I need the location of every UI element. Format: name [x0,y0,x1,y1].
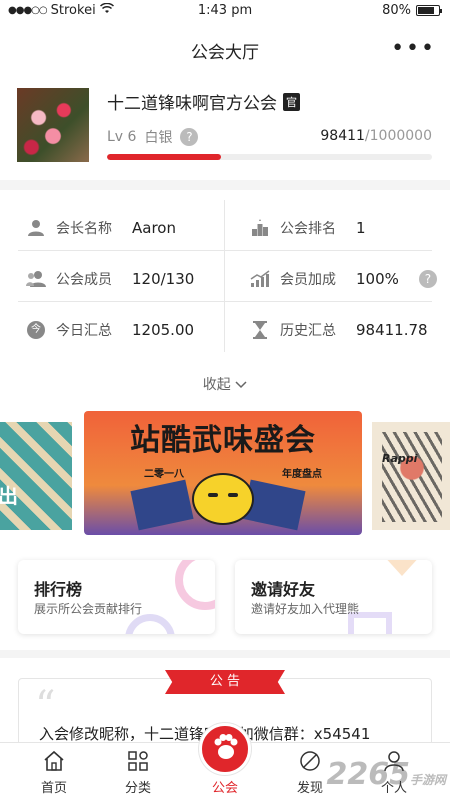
stat-value: 120/130 [132,270,195,288]
banner-sub-right: 年度盘点 [282,469,322,480]
tab-label: 公会 [211,781,238,796]
tab-label: 首页 [40,781,67,796]
guild-name-row: 十二道锋味啊官方公会 官 [107,89,300,114]
mascot-illustration [192,473,254,525]
card-desc: 展示所公会贡献排行 [34,602,143,616]
exp-current: 98411 [320,128,365,144]
section-divider [0,180,450,190]
card-title: 邀请好友 [251,580,316,599]
banner-slide-prev[interactable]: 出 [0,422,72,530]
stat-label: 会员加成 [280,272,336,288]
tab-home[interactable]: 首页 [24,749,84,796]
guild-avatar[interactable] [17,88,89,162]
banner-prev-text: 出 [0,484,18,508]
watermark-sub: 手游网 [409,773,446,787]
stat-label: 公会排名 [280,221,336,237]
guild-name: 十二道锋味啊官方公会 [107,94,277,114]
stat-members: 公会成员 120/130 [26,254,194,304]
today-icon-char: 今 [27,321,45,339]
divider [224,200,225,352]
nav-bar: 公会大厅 ••• [0,22,450,78]
stat-value: 100% [356,270,399,288]
paw-icon [210,732,240,766]
stat-today: 今 今日汇总 1205.00 [26,305,194,355]
tab-category[interactable]: 分类 [108,749,168,796]
watermark: 2265手游网 [326,757,446,792]
collapse-toggle[interactable]: 收起 [0,374,450,394]
battery-percent: 80% [382,3,411,18]
collapse-label: 收起 [202,377,231,393]
podium-icon [250,218,270,238]
growth-chart-icon [250,269,270,289]
members-icon [26,269,46,289]
tab-label: 分类 [124,781,151,796]
battery-icon [416,5,442,16]
category-icon [108,749,168,773]
section-divider [0,650,450,658]
today-icon: 今 [26,320,46,340]
exp-progress-bar [107,154,432,160]
help-icon[interactable]: ? [418,270,437,288]
stat-value: 1205.00 [132,321,195,339]
stat-bonus: 会员加成 100% ? [250,254,437,304]
guild-level: Lv 6 [107,129,137,145]
stat-leader: 会长名称 Aaron [26,203,176,253]
page-title: 公会大厅 [191,43,259,63]
banner-slide-next[interactable]: Rappi [372,422,450,530]
guild-exp: 98411/1000000 [320,128,432,144]
stat-value: Aaron [132,219,176,237]
banner-carousel[interactable]: 出 站酷武味盛会 二零一八 年度盘点 Rappi [0,408,450,535]
person-icon [26,218,46,238]
stat-label: 会长名称 [56,221,112,237]
stat-label: 今日汇总 [56,323,112,339]
banner-next-text: Rappi [382,452,418,465]
help-icon[interactable]: ? [180,128,199,146]
hourglass-icon [250,320,270,340]
guild-tier: 白银 [144,130,173,146]
stat-rank: 公会排名 1 [250,203,366,253]
leaderboard-card[interactable]: 排行榜 展示所公会贡献排行 [18,560,215,634]
stat-value: 98411.78 [356,321,428,339]
status-bar: ●●●○○ Strokei 1:43 pm 80% [0,0,450,22]
exp-max: 1000000 [369,128,432,144]
announcement-tag: 公 告 [165,670,285,694]
stat-value: 1 [356,219,366,237]
official-badge: 官 [283,92,300,111]
banner-headline: 站酷武味盛会 [130,423,316,458]
stat-label: 历史汇总 [280,323,336,339]
more-options-icon[interactable]: ••• [391,36,436,61]
stat-label: 公会成员 [56,272,112,288]
card-title: 排行榜 [34,580,83,599]
chevron-up-icon [235,377,247,393]
card-desc: 邀请好友加入代理熊 [251,602,360,616]
exp-progress-fill [107,154,221,160]
scroll-illustration [130,479,194,531]
home-icon [24,749,84,773]
banner-sub-left: 二零一八 [144,469,184,480]
guild-header: 十二道锋味啊官方公会 官 Lv 6 白银 ? 98411/1000000 [0,88,450,174]
watermark-main: 2265 [326,757,410,792]
guild-level-row: Lv 6 白银 ? [107,127,199,147]
guild-stats: 会长名称 Aaron 公会排名 1 公会成员 120/130 会员加成 100%… [18,200,437,355]
stat-history: 历史汇总 98411.78 [250,305,428,355]
banner-slide-current[interactable]: 站酷武味盛会 二零一八 年度盘点 [84,411,362,535]
invite-friends-card[interactable]: 邀请好友 邀请好友加入代理熊 [235,560,432,634]
guild-center-button[interactable] [199,723,251,775]
bottom-tab-bar: 首页 分类 公会 发现 个人 2265手游网 [0,723,450,800]
